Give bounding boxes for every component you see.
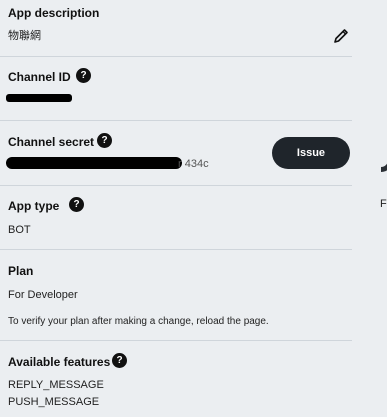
app-description-value: 物聯網 (8, 30, 41, 42)
app-description-label: App description (8, 6, 100, 20)
plan-value: For Developer (8, 289, 78, 301)
plan-note: To verify your plan after making a chang… (8, 316, 269, 327)
channel-id-label: Channel ID (8, 70, 71, 84)
available-features-label: Available features (8, 355, 111, 369)
divider (0, 249, 352, 250)
divider (0, 340, 352, 341)
channel-id-help-icon[interactable]: ? (76, 68, 91, 83)
divider (0, 185, 352, 186)
channel-secret-label: Channel secret (8, 135, 95, 149)
divider (0, 120, 352, 121)
issue-button[interactable]: Issue (272, 137, 350, 169)
available-features-help-icon[interactable]: ? (112, 353, 127, 368)
side-panel-text: F (380, 198, 387, 210)
plan-label: Plan (8, 264, 34, 278)
app-type-label: App type (8, 199, 60, 213)
channel-secret-tail: r 434c (178, 158, 209, 170)
redacted-channel-id (6, 94, 72, 102)
basic-settings-panel: App description 物聯網 Channel ID ? Channel… (0, 0, 352, 417)
feature-item: REPLY_MESSAGE (8, 379, 104, 391)
edit-pencil-icon[interactable] (333, 28, 349, 44)
app-type-value: BOT (8, 224, 31, 236)
redacted-channel-secret (6, 157, 182, 169)
side-card-edge (381, 0, 387, 172)
channel-secret-help-icon[interactable]: ? (97, 133, 112, 148)
feature-item: PUSH_MESSAGE (8, 396, 100, 408)
divider (0, 56, 352, 57)
app-type-help-icon[interactable]: ? (69, 197, 84, 212)
